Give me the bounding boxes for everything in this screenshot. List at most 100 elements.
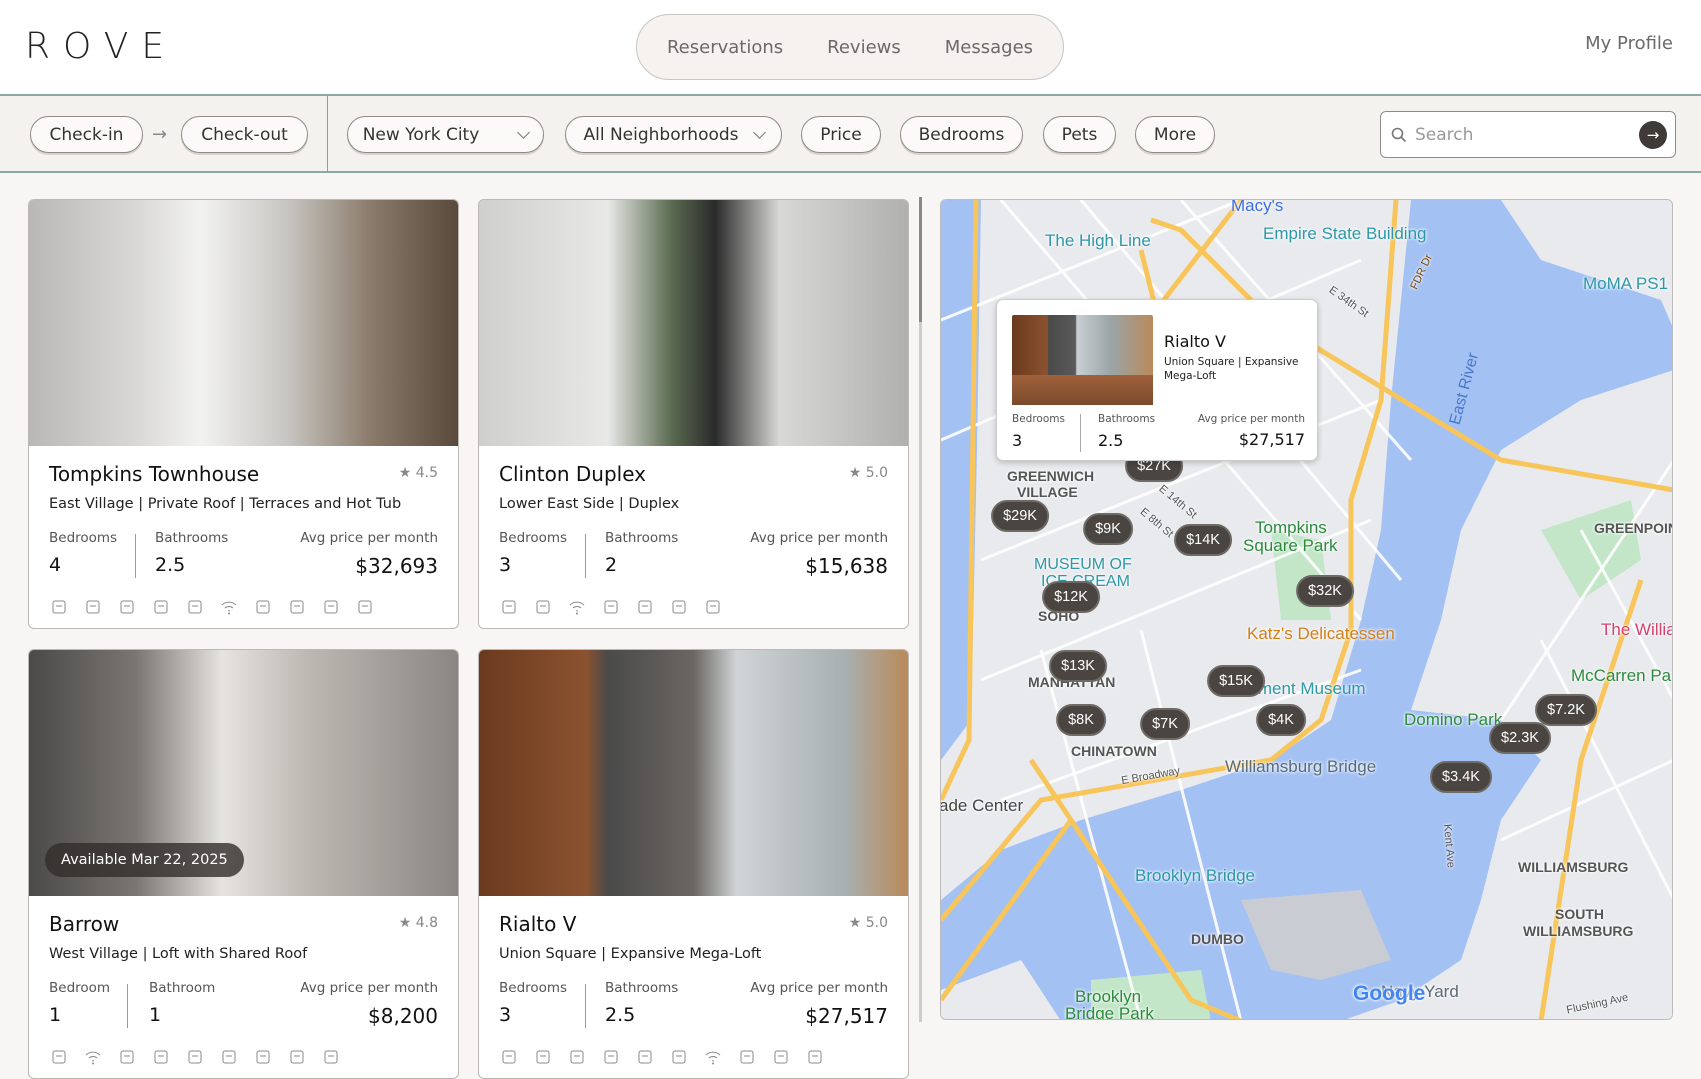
bedrooms-filter[interactable]: Bedrooms — [900, 116, 1023, 153]
map[interactable]: Macy's The High Line Empire State Buildi… — [940, 199, 1673, 1020]
calendar-icon — [808, 1050, 822, 1064]
map-label-williamsburg-hotel[interactable]: The Willia — [1601, 620, 1672, 640]
tv-icon — [358, 600, 372, 614]
rating-value: 5.0 — [865, 915, 888, 931]
rating-value: 4.8 — [415, 915, 438, 931]
logo[interactable]: ROVE — [25, 26, 177, 67]
more-filter-label: More — [1153, 124, 1197, 145]
search-input[interactable] — [1415, 124, 1639, 145]
pets-filter[interactable]: Pets — [1043, 116, 1116, 153]
map-label-williamsburg-bridge[interactable]: Williamsburg Bridge — [1225, 757, 1376, 777]
listing-photo[interactable] — [479, 200, 908, 446]
bathrooms-value: 2 — [605, 554, 618, 576]
listing-title[interactable]: Barrow — [49, 912, 438, 936]
map-label-dumbo: DUMBO — [1191, 931, 1244, 947]
price-marker[interactable]: $2.3K — [1489, 722, 1551, 754]
scrollbar[interactable] — [919, 197, 922, 1022]
grill-icon — [52, 1050, 66, 1064]
nav-messages[interactable]: Messages — [945, 37, 1033, 58]
scrollbar-thumb[interactable] — [919, 197, 922, 322]
divider — [327, 96, 328, 173]
nav-reviews[interactable]: Reviews — [827, 37, 901, 58]
star-icon: ★ — [398, 465, 412, 481]
availability-badge: Available Mar 22, 2025 — [45, 843, 244, 877]
price-marker[interactable]: $9K — [1083, 513, 1133, 545]
city-select[interactable]: New York City — [347, 116, 544, 153]
neighborhood-select[interactable]: All Neighborhoods — [565, 116, 782, 153]
map-label-moma-ps1[interactable]: MoMA PS1 — [1583, 274, 1668, 294]
my-profile-link[interactable]: My Profile — [1585, 33, 1673, 54]
listing-card[interactable]: Tompkins Townhouse ★ 4.5 East Village | … — [28, 199, 459, 629]
price-marker[interactable]: $13K — [1049, 650, 1107, 682]
listing-card[interactable]: Clinton Duplex ★ 5.0 Lower East Side | D… — [478, 199, 909, 629]
map-label-tompkins[interactable]: Tompkins — [1255, 518, 1327, 538]
listing-title[interactable]: Rialto V — [499, 912, 888, 936]
map-label-south-williamsburg: WILLIAMSBURG — [1523, 923, 1634, 939]
bedrooms-value: 1 — [49, 1004, 62, 1026]
price-marker[interactable]: $14K — [1174, 524, 1232, 556]
arrow-right-icon: → — [152, 124, 168, 145]
popup-subtitle: Union Square | Expansive Mega-Loft — [1164, 356, 1299, 382]
price-filter[interactable]: Price — [801, 116, 881, 153]
listing-card[interactable]: Rialto V ★ 5.0 Union Square | Expansive … — [478, 649, 909, 1079]
check-out-button[interactable]: Check-out — [181, 116, 308, 153]
search-box: → — [1380, 111, 1676, 158]
dishwasher-icon — [740, 1050, 754, 1064]
check-out-label: Check-out — [201, 124, 288, 145]
price-value: $27,517 — [805, 1004, 888, 1028]
pets-filter-label: Pets — [1061, 124, 1098, 145]
star-icon: ★ — [848, 915, 862, 931]
price-marker[interactable]: $7K — [1140, 708, 1190, 740]
rating-value: 5.0 — [865, 465, 888, 481]
price-marker[interactable]: $8K — [1056, 704, 1106, 736]
price-marker[interactable]: $3.4K — [1430, 761, 1492, 793]
map-label-mccarren[interactable]: McCarren Pa — [1571, 666, 1671, 686]
more-filter[interactable]: More — [1135, 116, 1215, 153]
listing-title[interactable]: Clinton Duplex — [499, 462, 888, 486]
fire-pit-icon — [188, 600, 202, 614]
map-label-high-line[interactable]: The High Line — [1045, 231, 1151, 251]
map-label-brooklyn-bridge[interactable]: Brooklyn Bridge — [1135, 866, 1255, 886]
main-nav: Reservations Reviews Messages — [636, 14, 1064, 80]
price-marker[interactable]: $12K — [1042, 581, 1100, 613]
price-value: $32,693 — [355, 554, 438, 578]
wifi-icon — [569, 601, 585, 615]
listing-photo[interactable] — [479, 650, 908, 896]
map-label-domino-park[interactable]: Domino Park — [1404, 710, 1502, 730]
nav-reservations[interactable]: Reservations — [667, 37, 783, 58]
listing-photo[interactable] — [29, 200, 458, 446]
search-icon — [1391, 127, 1407, 142]
dining-table-icon — [536, 1050, 550, 1064]
map-label-bridge-park[interactable]: Bridge Park — [1065, 1004, 1154, 1019]
price-marker[interactable]: $4K — [1256, 704, 1306, 736]
search-submit-button[interactable]: → — [1639, 120, 1667, 149]
price-marker[interactable]: $29K — [991, 500, 1049, 532]
map-label-greenwich: GREENWICH — [1007, 468, 1095, 484]
check-in-button[interactable]: Check-in — [30, 116, 143, 153]
map-label-trade-center[interactable]: ade Center — [941, 796, 1023, 816]
map-listing-popup[interactable]: Rialto V Union Square | Expansive Mega-L… — [996, 299, 1318, 461]
map-label-museum[interactable]: MUSEUM OF — [1034, 556, 1132, 574]
city-value: New York City — [362, 124, 480, 145]
price-marker[interactable]: $32K — [1296, 575, 1354, 607]
popup-photo — [1012, 315, 1153, 405]
bottle-icon — [604, 600, 618, 614]
price-marker[interactable]: $15K — [1207, 665, 1265, 697]
calendar-icon — [256, 1050, 270, 1064]
map-label-empire-state[interactable]: Empire State Building — [1263, 224, 1426, 244]
bedrooms-label: Bedrooms — [49, 530, 118, 546]
fridge-icon — [672, 600, 686, 614]
exercise-bike-icon — [324, 600, 338, 614]
star-icon: ★ — [398, 915, 412, 931]
map-label-katz[interactable]: Katz's Delicatessen — [1247, 624, 1395, 644]
price-marker[interactable]: $7.2K — [1535, 694, 1597, 726]
map-label-macys[interactable]: Macy's — [1231, 200, 1283, 216]
price-filter-label: Price — [820, 124, 862, 145]
listing-card[interactable]: Available Mar 22, 2025 Barrow ★ 4.8 West… — [28, 649, 459, 1079]
popup-title: Rialto V — [1164, 332, 1226, 351]
listing-title[interactable]: Tompkins Townhouse — [49, 462, 438, 486]
price-label: Avg price per month — [750, 980, 888, 996]
price-label: Avg price per month — [300, 980, 438, 996]
map-label-square-park[interactable]: Square Park — [1243, 536, 1338, 556]
bathtub-icon — [52, 600, 66, 614]
